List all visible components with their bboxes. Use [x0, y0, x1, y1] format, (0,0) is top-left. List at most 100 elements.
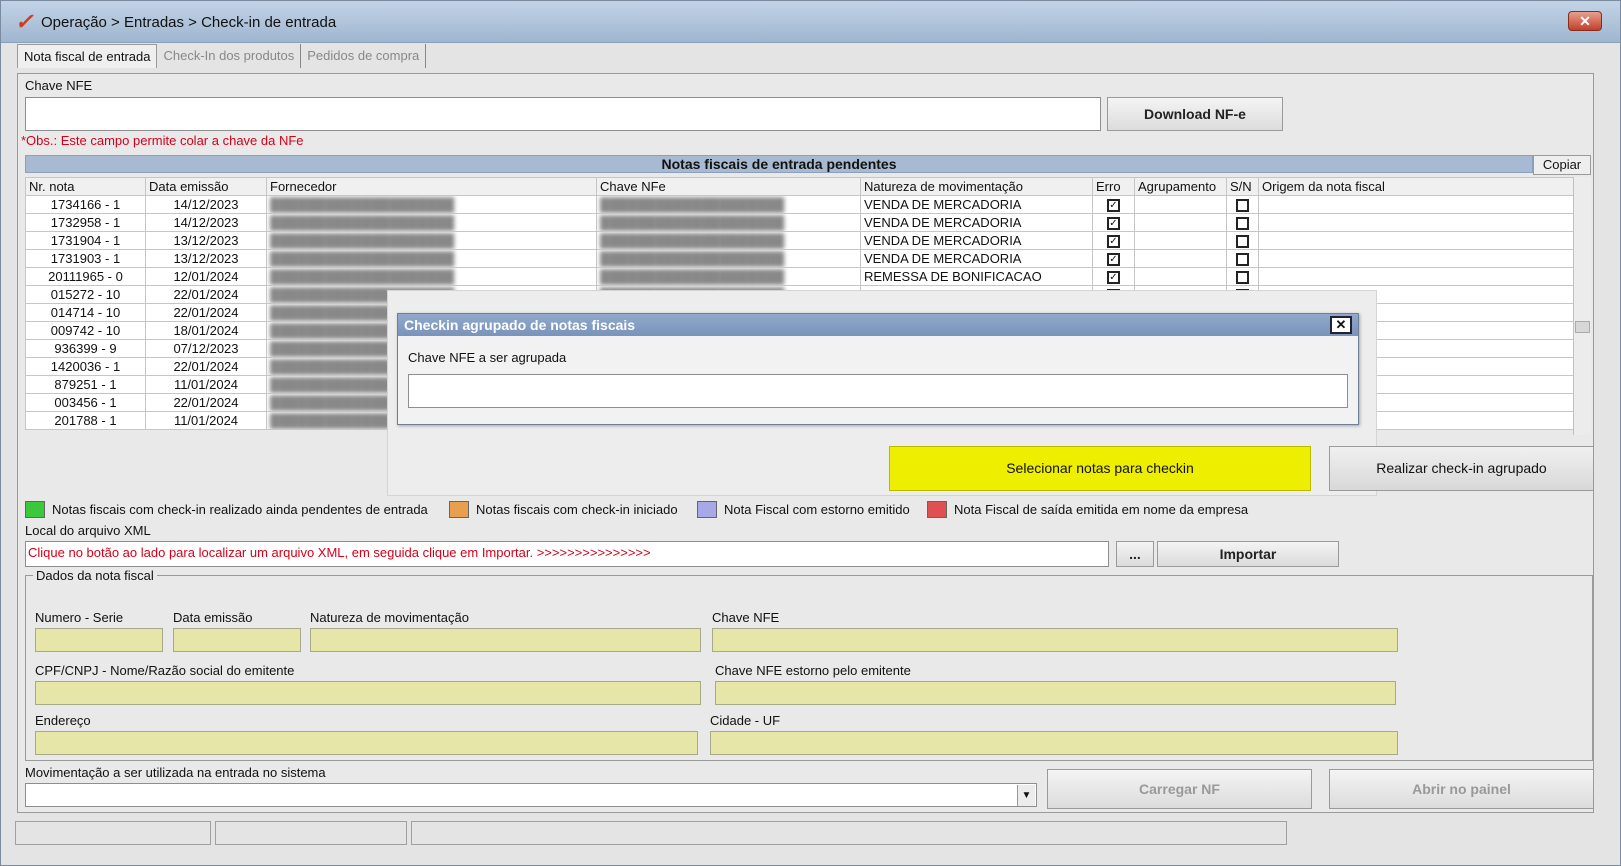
table-row[interactable]: 1731903 - 1 13/12/2023 ███████████████████… [25, 249, 1582, 268]
dialog-close-button[interactable]: ✕ [1330, 316, 1352, 334]
table-row[interactable]: 1734166 - 1 14/12/2023 ███████████████████… [25, 195, 1582, 214]
col-erro[interactable]: Erro [1092, 177, 1135, 196]
col-data-emissao[interactable]: Data emissão [145, 177, 267, 196]
legend-item-checkin-iniciado: Notas fiscais com check-in iniciado [449, 499, 678, 519]
table-row[interactable]: 1732958 - 1 14/12/2023 ███████████████████… [25, 213, 1582, 232]
erro-checkbox[interactable]: ✓ [1107, 271, 1120, 285]
abrir-painel-button[interactable]: Abrir no painel [1329, 769, 1594, 809]
dialog-title: Checkin agrupado de notas fiscais [398, 314, 1358, 336]
erro-checkbox[interactable]: ✓ [1107, 235, 1120, 249]
erro-checkbox[interactable]: ✓ [1107, 217, 1120, 231]
cell-sn [1226, 231, 1259, 250]
cell-chave: ████████████████████ [596, 231, 861, 250]
cell-agrupamento [1134, 249, 1227, 268]
sn-checkbox[interactable] [1236, 271, 1249, 285]
endereco-field[interactable] [35, 731, 698, 755]
cell-nr-nota: 1734166 - 1 [25, 195, 146, 214]
import-button[interactable]: Importar [1157, 541, 1339, 567]
cell-data: 14/12/2023 [145, 213, 267, 232]
chave-estorno-field[interactable] [715, 681, 1396, 705]
cell-origem [1258, 249, 1582, 268]
col-origem[interactable]: Origem da nota fiscal [1258, 177, 1582, 196]
dialog-chave-input[interactable] [408, 374, 1348, 408]
cell-origem [1258, 267, 1582, 286]
cell-sn [1226, 267, 1259, 286]
cell-fornecedor: ████████████████████ [266, 249, 597, 268]
cell-origem [1258, 195, 1582, 214]
cell-data: 22/01/2024 [145, 393, 267, 412]
cell-data: 07/12/2023 [145, 339, 267, 358]
carregar-nf-button[interactable]: Carregar NF [1047, 769, 1312, 809]
table-row[interactable]: 1731904 - 1 13/12/2023 ███████████████████… [25, 231, 1582, 250]
chave-nfe-label: Chave NFE [712, 610, 780, 625]
col-chave-nfe[interactable]: Chave NFe [596, 177, 861, 196]
status-cell [411, 821, 1287, 845]
col-sn[interactable]: S/N [1226, 177, 1259, 196]
sn-checkbox[interactable] [1236, 199, 1249, 213]
cell-data: 11/01/2024 [145, 375, 267, 394]
chevron-down-icon[interactable]: ▼ [1017, 785, 1035, 806]
legend-swatch-red [927, 500, 947, 518]
tab-checkin-produtos[interactable]: Check-In dos produtos [157, 44, 302, 68]
cell-chave: ████████████████████ [596, 249, 861, 268]
cell-nr-nota: 014714 - 10 [25, 303, 146, 322]
cidade-field[interactable] [710, 731, 1398, 755]
numero-serie-field[interactable] [35, 628, 163, 652]
title-bar: ✓ Operação > Entradas > Check-in de entr… [1, 1, 1620, 43]
copy-button[interactable]: Copiar [1533, 155, 1591, 175]
redacted-text: ████████████████████ [270, 197, 455, 212]
cell-nr-nota: 1731904 - 1 [25, 231, 146, 250]
redacted-text: ████████████████████ [600, 215, 785, 230]
col-natureza[interactable]: Natureza de movimentação [860, 177, 1093, 196]
natureza-field[interactable] [310, 628, 701, 652]
legend-label: Notas fiscais com check-in realizado ain… [52, 501, 428, 517]
xml-path-input[interactable]: Clique no botão ao lado para localizar u… [25, 541, 1109, 567]
redacted-text: ████████████████████ [270, 233, 455, 248]
legend-label: Notas fiscais com check-in iniciado [476, 501, 678, 517]
cell-natureza: VENDA DE MERCADORIA [860, 213, 1093, 232]
sn-checkbox[interactable] [1236, 235, 1249, 249]
chave-nfe-input[interactable] [25, 97, 1101, 131]
cell-natureza: VENDA DE MERCADORIA [860, 249, 1093, 268]
cell-nr-nota: 009742 - 10 [25, 321, 146, 340]
browse-xml-button[interactable]: ... [1116, 541, 1154, 567]
table-row[interactable]: 20111965 - 0 12/01/2024 ██████████████████… [25, 267, 1582, 286]
emitente-field[interactable] [35, 681, 701, 705]
grid-scrollbar[interactable] [1573, 177, 1591, 435]
data-emissao-field[interactable] [173, 628, 301, 652]
col-nr-nota[interactable]: Nr. nota [25, 177, 146, 196]
redacted-text: ████████████████████ [270, 269, 455, 284]
erro-checkbox[interactable]: ✓ [1107, 199, 1120, 213]
legend-swatch-green [25, 500, 45, 518]
cell-fornecedor: ████████████████████ [266, 231, 597, 250]
sn-checkbox[interactable] [1236, 217, 1249, 231]
tab-pedidos-compra[interactable]: Pedidos de compra [301, 44, 427, 68]
erro-checkbox[interactable]: ✓ [1107, 253, 1120, 267]
cell-agrupamento [1134, 267, 1227, 286]
redacted-text: ████████████████████ [600, 233, 785, 248]
cell-data: 14/12/2023 [145, 195, 267, 214]
chave-nfe-field[interactable] [712, 628, 1398, 652]
download-nfe-button[interactable]: Download NF-e [1107, 97, 1283, 131]
scrollbar-thumb[interactable] [1575, 321, 1590, 333]
cell-nr-nota: 003456 - 1 [25, 393, 146, 412]
cell-nr-nota: 1732958 - 1 [25, 213, 146, 232]
select-notes-button[interactable]: Selecionar notas para checkin [889, 446, 1311, 491]
movimentacao-select[interactable]: ▼ [25, 783, 1037, 807]
redacted-text: ████████████████████ [600, 197, 785, 212]
sn-checkbox[interactable] [1236, 253, 1249, 267]
main-window: ✓ Operação > Entradas > Check-in de entr… [0, 0, 1621, 866]
col-agrupamento[interactable]: Agrupamento [1134, 177, 1227, 196]
grouped-checkin-button[interactable]: Realizar check-in agrupado [1329, 446, 1594, 491]
redacted-text: ████████████████████ [600, 269, 785, 284]
cell-sn [1226, 195, 1259, 214]
col-fornecedor[interactable]: Fornecedor [266, 177, 597, 196]
cell-data: 13/12/2023 [145, 249, 267, 268]
dialog-label: Chave NFE a ser agrupada [408, 350, 567, 365]
close-window-button[interactable]: ✕ [1568, 11, 1602, 31]
cell-data: 11/01/2024 [145, 411, 267, 430]
cell-nr-nota: 1420036 - 1 [25, 357, 146, 376]
cell-nr-nota: 879251 - 1 [25, 375, 146, 394]
cidade-label: Cidade - UF [710, 713, 781, 728]
tab-nota-fiscal[interactable]: Nota fiscal de entrada [17, 44, 158, 68]
